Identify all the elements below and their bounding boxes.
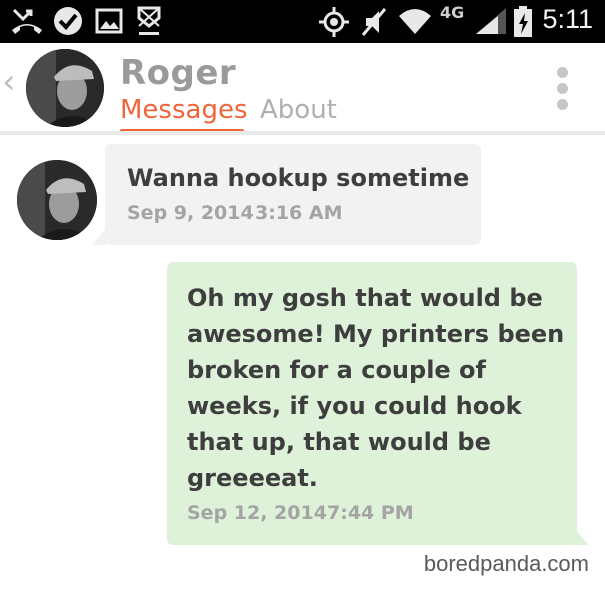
tab-messages[interactable]: Messages <box>120 95 248 125</box>
image-icon <box>95 8 123 34</box>
message-time: 7:44 PM <box>327 502 414 524</box>
header-divider <box>0 131 605 135</box>
contact-name: Roger <box>120 53 237 93</box>
location-icon <box>319 7 349 37</box>
incoming-message-bubble[interactable]: Wanna hookup sometime Sep 9, 2014 3:16 A… <box>105 144 481 245</box>
download-icon <box>137 6 161 35</box>
message-date: Sep 12, 2014 <box>187 502 327 524</box>
missed-call-icon <box>12 8 42 34</box>
message-line: awesome! My printers been <box>187 320 565 348</box>
incoming-bubble-tail <box>92 228 106 245</box>
conversation-header: ‹ Roger Messages About <box>0 43 605 135</box>
message-date: Sep 9, 2014 <box>127 202 254 224</box>
message-text: Wanna hookup sometime <box>127 164 470 192</box>
message-line: broken for a couple of <box>187 356 486 384</box>
outgoing-message-bubble[interactable]: Oh my gosh that would be awesome! My pri… <box>167 262 577 545</box>
battery-charging-icon <box>514 6 532 37</box>
avatar[interactable] <box>26 49 104 127</box>
message-line: that up, that would be <box>187 428 491 456</box>
check-circle-icon <box>54 7 82 35</box>
tab-about[interactable]: About <box>260 95 337 125</box>
watermark: boredpanda.com <box>423 551 589 576</box>
mute-icon <box>361 8 387 36</box>
chevron-left-icon[interactable]: ‹ <box>2 65 16 99</box>
message-line: greeeeat. <box>187 464 318 492</box>
network-type-label: 4G <box>440 3 465 22</box>
message-line: Oh my gosh that would be <box>187 284 543 312</box>
wifi-icon <box>399 9 431 34</box>
status-bar: 4G 5:11 <box>0 0 605 43</box>
signal-icon <box>476 8 506 34</box>
clock: 5:11 <box>542 4 593 34</box>
message-time: 3:16 AM <box>255 202 343 224</box>
message-line: weeks, if you could hook <box>187 392 522 420</box>
overflow-menu-icon[interactable] <box>557 67 569 115</box>
sender-avatar[interactable] <box>17 160 97 240</box>
